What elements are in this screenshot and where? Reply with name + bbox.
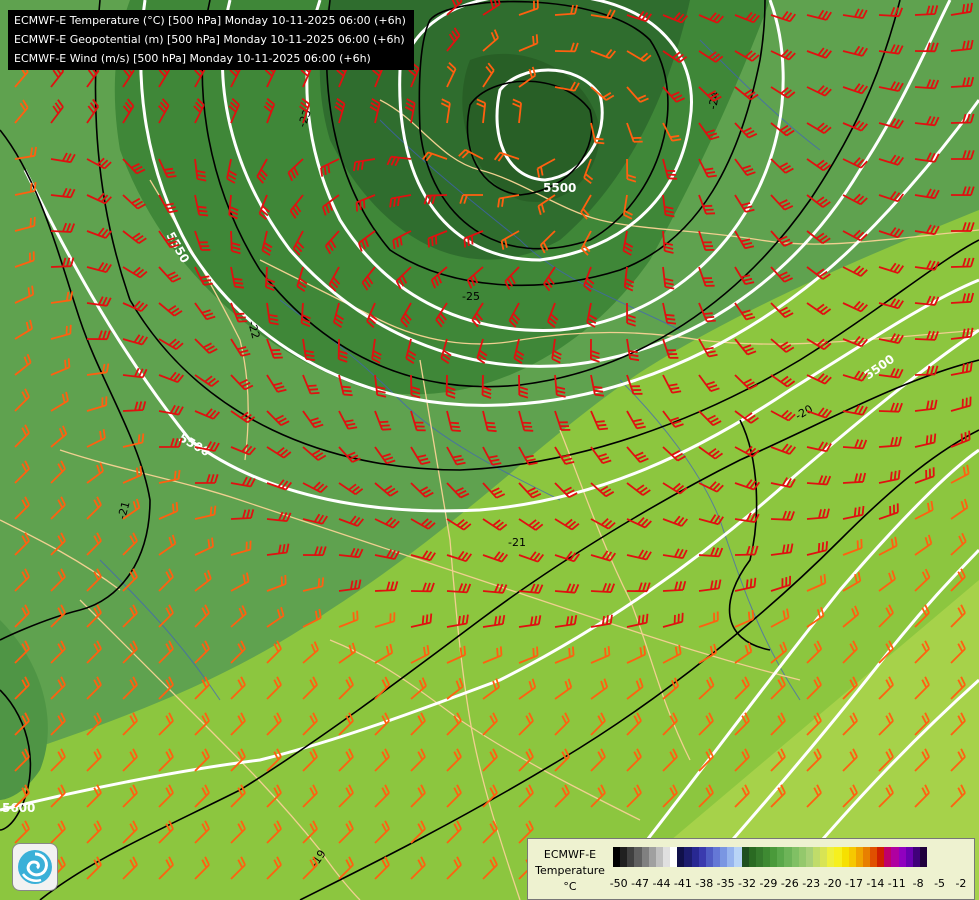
legend-swatch (841, 847, 849, 867)
legend-title-line1: ECMWF-E (543, 848, 597, 861)
legend-tick: -8 (912, 877, 924, 890)
swirl-logo-icon (18, 850, 52, 884)
legend-tick: -32 (738, 877, 757, 890)
legend-swatch (720, 847, 728, 867)
legend-swatch (684, 847, 692, 867)
legend-swatch (762, 847, 771, 867)
legend-swatch (620, 847, 628, 867)
legend-swatch (641, 847, 649, 867)
legend-swatch (784, 847, 792, 867)
legend-tick: -29 (759, 877, 778, 890)
legend-swatch (855, 847, 863, 867)
legend-swatch (777, 847, 785, 867)
legend-swatch (884, 847, 892, 867)
legend-swatch (741, 847, 749, 867)
legend-tick: -14 (866, 877, 885, 890)
app-logo (12, 843, 58, 891)
legend-tick: -20 (823, 877, 842, 890)
legend-swatch (770, 847, 778, 867)
legend-swatch (648, 847, 656, 867)
legend-tick: -35 (716, 877, 735, 890)
legend-swatch (848, 847, 856, 867)
legend-swatch (698, 847, 706, 867)
legend-swatch (912, 847, 921, 867)
legend-swatch (755, 847, 763, 867)
legend-tick: -26 (780, 877, 799, 890)
header-wind: ECMWF-E Wind (m/s) [500 hPa] Monday 10-1… (14, 52, 371, 65)
legend-swatch (920, 847, 928, 867)
legend-swatch (820, 847, 828, 867)
legend-swatch (891, 847, 899, 867)
legend-swatch (712, 847, 721, 867)
legend-tick: -41 (673, 877, 692, 890)
legend-swatch (791, 847, 799, 867)
header-temperature: ECMWF-E Temperature (°C) [500 hPa] Monda… (14, 14, 406, 27)
isotherm-label-3: -25 (462, 290, 480, 303)
temperature-legend: ECMWF-E Temperature °C -50 -47 -44 -41 -… (527, 838, 975, 900)
legend-tick: -38 (695, 877, 714, 890)
legend-tick: -11 (887, 877, 906, 890)
legend-swatch (877, 847, 885, 867)
legend-swatch (727, 847, 735, 867)
legend-swatch (655, 847, 663, 867)
legend-swatch (734, 847, 742, 867)
legend-title-line2: Temperature (535, 864, 605, 877)
legend-tick: -23 (802, 877, 821, 890)
isohypse-label-1: 5500 (543, 181, 576, 195)
legend-tick: -47 (631, 877, 650, 890)
legend-swatch (634, 847, 642, 867)
legend-swatch (805, 847, 813, 867)
legend-swatch (670, 847, 678, 867)
legend-swatch (613, 847, 621, 867)
weather-map[interactable]: 5500 5550 5500 5500 5600 -23 -24 -25 -22… (0, 0, 979, 900)
legend-swatch (812, 847, 821, 867)
legend-color-bar (613, 847, 928, 867)
isotherm-label-6: -21 (508, 536, 526, 549)
legend-swatch (827, 847, 835, 867)
legend-swatch (705, 847, 713, 867)
legend-swatch (627, 847, 635, 867)
legend-tick: -50 (609, 877, 628, 890)
legend-swatch (748, 847, 756, 867)
legend-swatch (862, 847, 871, 867)
legend-title-line3: °C (563, 880, 577, 893)
legend-tick: -5 (934, 877, 946, 890)
legend-swatch (834, 847, 842, 867)
legend-swatch (691, 847, 699, 867)
legend-tick: -17 (845, 877, 863, 890)
legend-swatch (870, 847, 878, 867)
header-geopotential: ECMWF-E Geopotential (m) [500 hPa] Monda… (14, 33, 405, 46)
legend-swatch (662, 847, 671, 867)
legend-tick: -44 (652, 877, 671, 890)
legend-swatch (905, 847, 913, 867)
legend-ticks: -50 -47 -44 -41 -38 -35 -32 -29 -26 -23 … (608, 877, 972, 890)
legend-swatch (798, 847, 806, 867)
legend-swatch (677, 847, 685, 867)
legend-tick: -2 (955, 877, 967, 890)
map-header: ECMWF-E Temperature (°C) [500 hPa] Monda… (8, 10, 414, 70)
legend-title: ECMWF-E Temperature °C (530, 847, 610, 895)
legend-swatch (898, 847, 906, 867)
